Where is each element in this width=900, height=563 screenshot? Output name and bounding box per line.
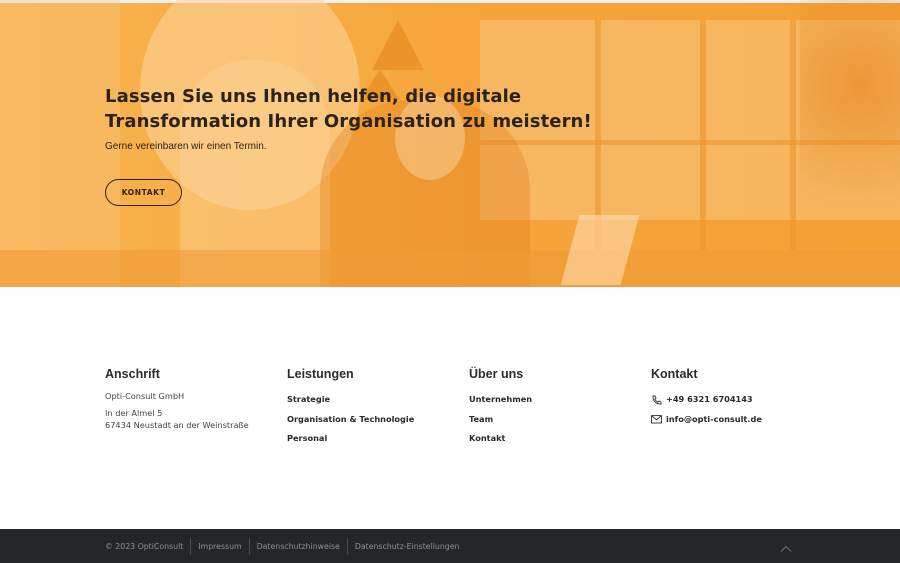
- footer-link-organisation-technologie[interactable]: Organisation & Technologie: [287, 410, 462, 430]
- warning-sign-shape: [372, 20, 424, 70]
- hero-content: Lassen Sie uns Ihnen helfen, die digital…: [105, 84, 625, 152]
- footer-link-personal[interactable]: Personal: [287, 429, 462, 449]
- hero-title-line-1: Lassen Sie uns Ihnen helfen, die digital…: [105, 86, 522, 107]
- footer-col-anschrift: Anschrift Opti-Consult GmbH In der Almel…: [105, 367, 280, 431]
- footer-link-team[interactable]: Team: [469, 410, 644, 430]
- footer-link-unternehmen[interactable]: Unternehmen: [469, 390, 644, 410]
- mail-icon: [651, 414, 663, 424]
- phone-icon: [651, 395, 663, 405]
- leistungen-heading: Leistungen: [287, 367, 354, 381]
- hero-top-edge: [0, 0, 900, 3]
- bottom-bar-links: © 2023 OptiConsult Impressum Datenschutz…: [105, 529, 460, 563]
- hero-title-line-2: Transformation Ihrer Organisation zu mei…: [105, 111, 592, 132]
- divider: [190, 538, 192, 554]
- hero-background-image: [0, 0, 120, 287]
- footer-col-leistungen: Leistungen Strategie Organisation & Tech…: [287, 367, 462, 449]
- impressum-link[interactable]: Impressum: [198, 542, 241, 551]
- phone-number: +49 6321 6704143: [666, 394, 753, 404]
- address-street: In der Almel 5: [105, 408, 163, 418]
- footer-col-kontakt: Kontakt +49 6321 6704143 info@opti-consu…: [651, 367, 826, 429]
- footer-link-kontakt[interactable]: Kontakt: [469, 429, 644, 449]
- anschrift-heading: Anschrift: [105, 367, 160, 381]
- divider: [248, 538, 250, 554]
- footer-link-strategie[interactable]: Strategie: [287, 390, 462, 410]
- datenschutz-einstellungen-link[interactable]: Datenschutz-Einstellungen: [355, 542, 460, 551]
- address-city: 67434 Neustadt an der Weinstraße: [105, 420, 249, 430]
- hero-title: Lassen Sie uns Ihnen helfen, die digital…: [105, 84, 625, 134]
- bottom-bar: © 2023 OptiConsult Impressum Datenschutz…: [0, 529, 900, 563]
- phone-link[interactable]: +49 6321 6704143: [651, 390, 826, 410]
- divider: [346, 538, 348, 554]
- kontakt-button[interactable]: KONTAKT: [105, 179, 182, 206]
- company-name: Opti-Consult GmbH: [105, 391, 185, 401]
- ueber-uns-heading: Über uns: [469, 367, 524, 381]
- footer-col-ueber-uns: Über uns Unternehmen Team Kontakt: [469, 367, 644, 449]
- plant-shape: [800, 0, 900, 287]
- hero-section: Lassen Sie uns Ihnen helfen, die digital…: [0, 0, 900, 287]
- copyright-text: © 2023 OptiConsult: [105, 541, 184, 551]
- chevron-up-icon[interactable]: [779, 540, 793, 552]
- datenschutzhinweise-link[interactable]: Datenschutzhinweise: [257, 542, 340, 551]
- kontakt-heading: Kontakt: [651, 367, 698, 381]
- email-address: info@opti-consult.de: [666, 413, 762, 424]
- hero-subtitle: Gerne vereinbaren wir einen Termin.: [105, 141, 267, 152]
- email-link[interactable]: info@opti-consult.de: [651, 410, 826, 430]
